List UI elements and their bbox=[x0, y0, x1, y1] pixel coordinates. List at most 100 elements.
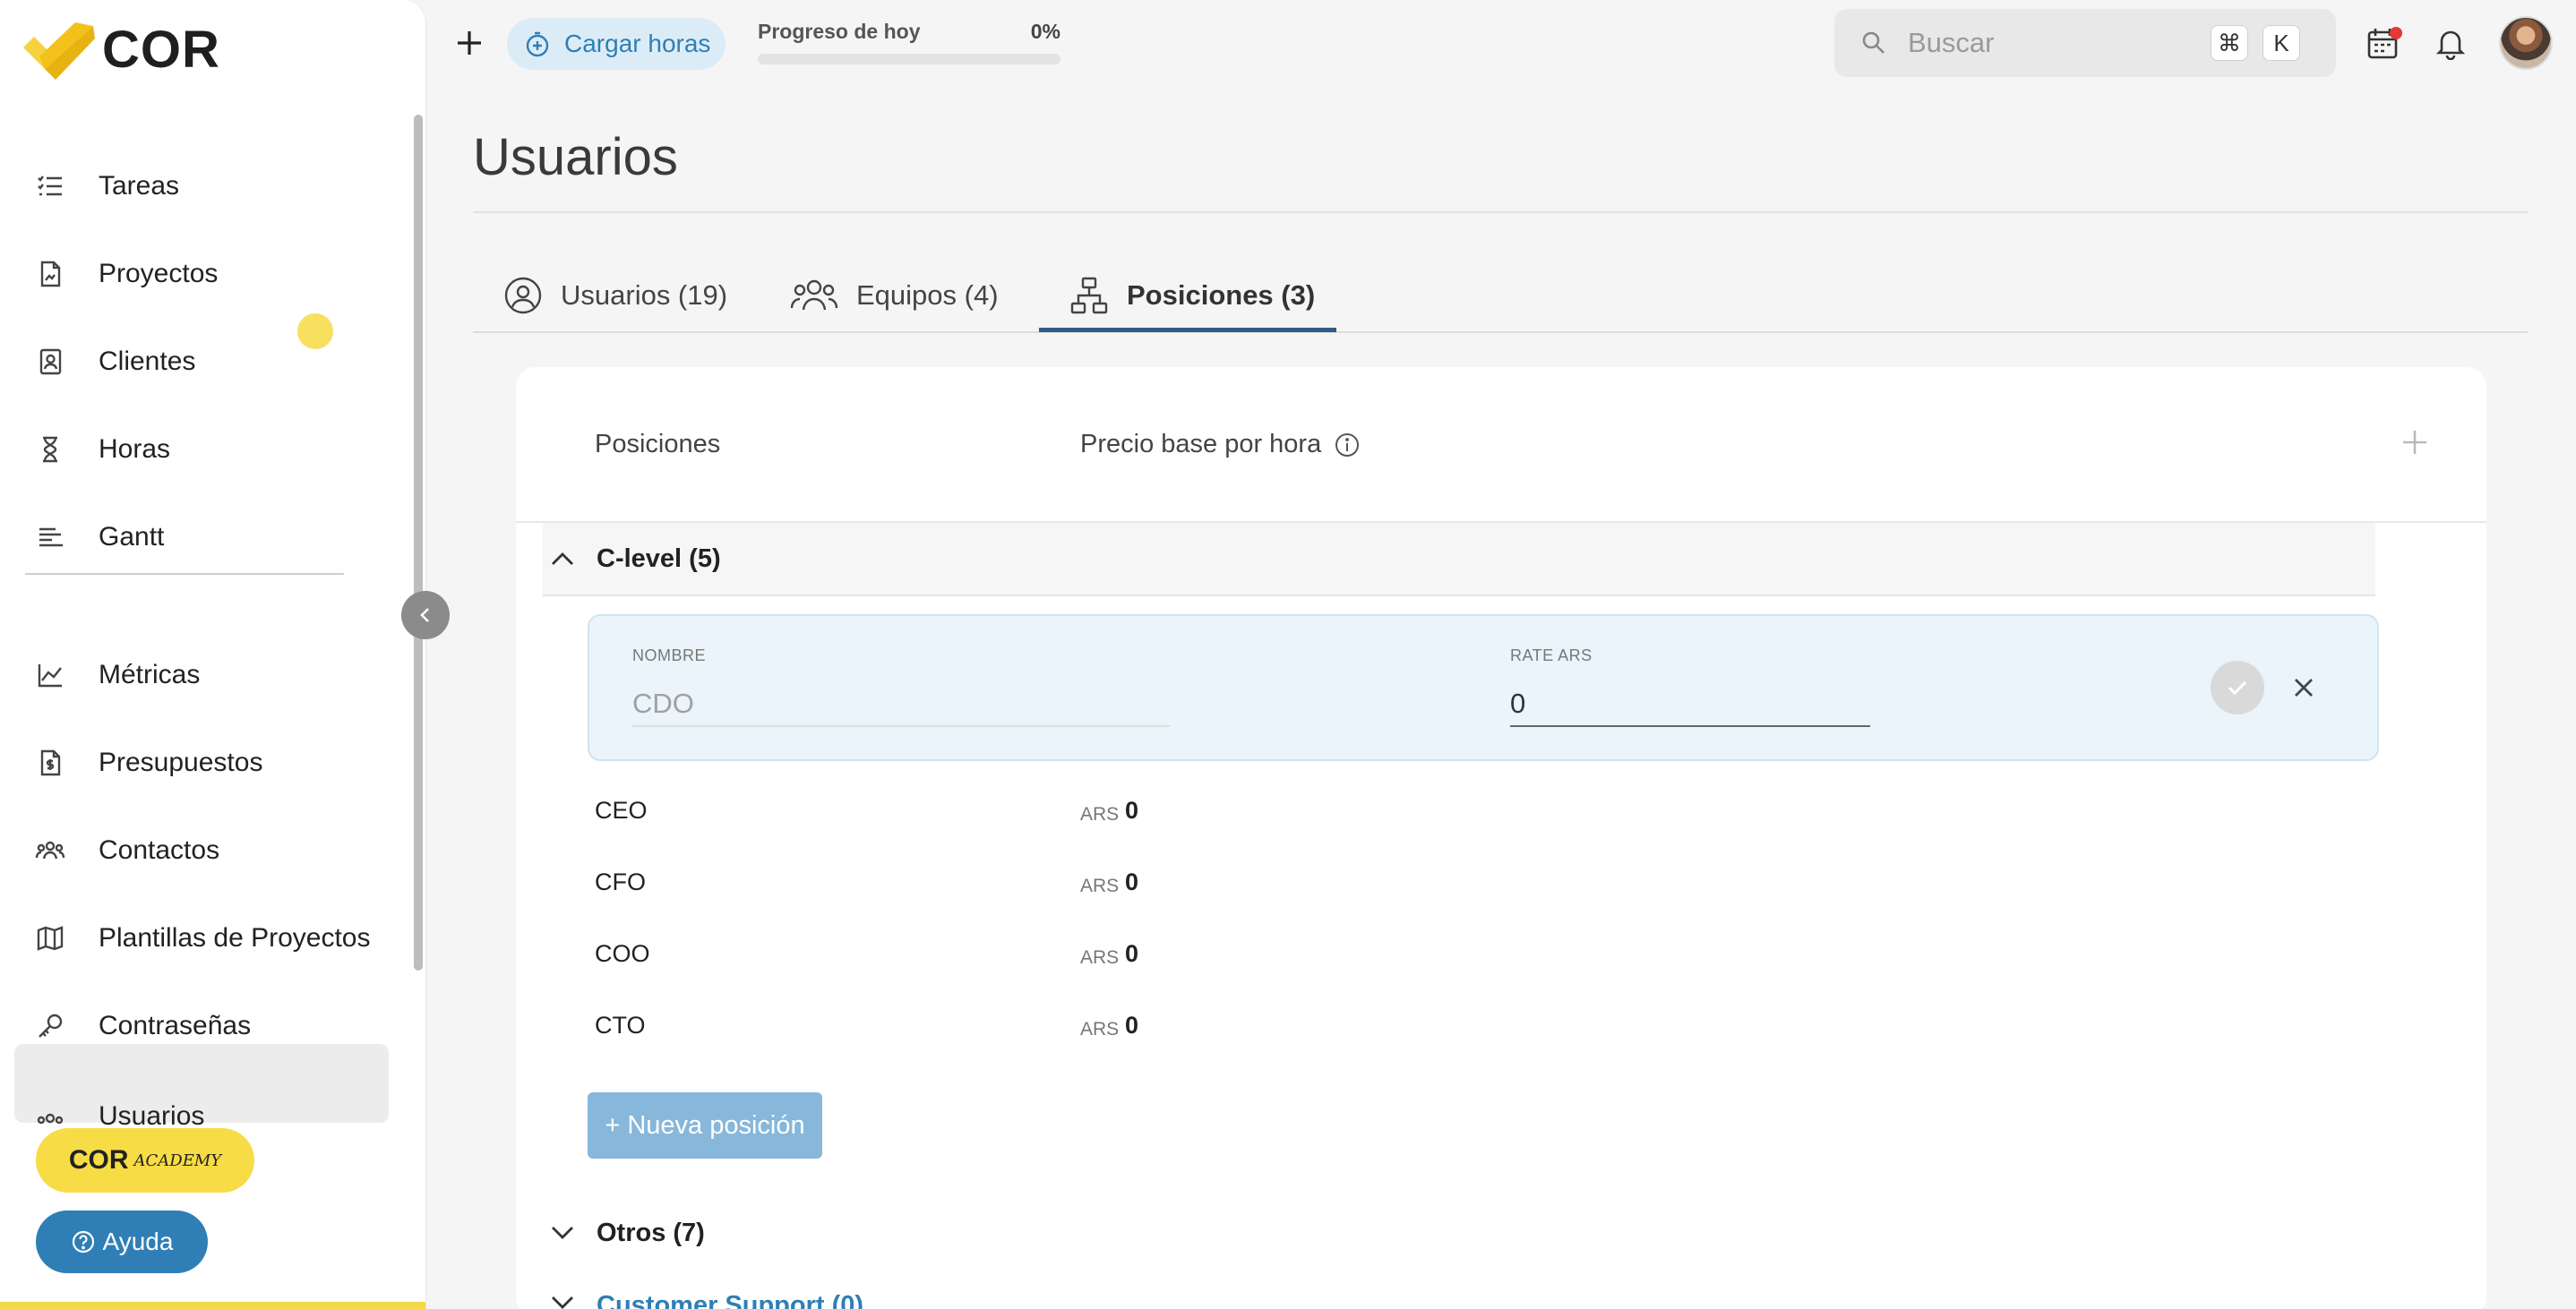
contacts-icon bbox=[34, 834, 66, 867]
sidebar-bottom-stripe bbox=[0, 1302, 425, 1309]
quick-add-button[interactable] bbox=[450, 23, 489, 63]
progress-bar bbox=[758, 54, 1060, 64]
tab-usuarios[interactable]: Usuarios (19) bbox=[503, 260, 727, 331]
calendar-icon bbox=[2365, 25, 2402, 61]
sidebar-item-label: Tareas bbox=[99, 171, 180, 201]
sidebar-item-proyectos[interactable]: Proyectos bbox=[14, 240, 389, 308]
search-icon bbox=[1859, 29, 1888, 57]
load-hours-button[interactable]: Cargar horas bbox=[507, 18, 726, 70]
clients-icon bbox=[34, 346, 66, 378]
position-name: CTO bbox=[595, 1012, 646, 1039]
notifications-button[interactable] bbox=[2431, 23, 2470, 63]
position-currency: ARS bbox=[1080, 804, 1120, 825]
position-rate: 0 bbox=[1125, 868, 1139, 895]
position-name: CEO bbox=[595, 797, 648, 824]
sidebar-item-label: Plantillas de Proyectos bbox=[99, 923, 371, 953]
group-title: Customer Support (0) bbox=[597, 1291, 864, 1309]
position-rate: 0 bbox=[1125, 1012, 1139, 1039]
academy-small-label: ACADEMY bbox=[133, 1151, 222, 1170]
cancel-button[interactable] bbox=[2284, 668, 2323, 707]
name-field[interactable] bbox=[632, 682, 1170, 727]
sidebar-item-gantt[interactable]: Gantt bbox=[14, 503, 389, 571]
sidebar-item-plantillas[interactable]: Plantillas de Proyectos bbox=[14, 904, 389, 972]
sidebar-item-label: Contraseñas bbox=[99, 1011, 252, 1040]
position-row[interactable]: COO ARS 0 bbox=[588, 931, 2370, 985]
chevron-left-icon bbox=[416, 605, 435, 625]
user-circle-icon bbox=[503, 276, 543, 315]
collapse-sidebar-button[interactable] bbox=[401, 591, 450, 639]
add-position-button[interactable] bbox=[2395, 423, 2434, 462]
shortcut-key-k: K bbox=[2263, 25, 2300, 61]
rate-field[interactable] bbox=[1510, 682, 1870, 727]
sidebar-item-tareas[interactable]: Tareas bbox=[14, 152, 389, 220]
sidebar-item-clientes[interactable]: Clientes bbox=[14, 328, 389, 396]
tab-posiciones[interactable]: Posiciones (3) bbox=[1069, 260, 1315, 331]
load-hours-label: Cargar horas bbox=[564, 30, 711, 57]
avatar[interactable] bbox=[2499, 16, 2553, 70]
sidebar-item-label: Gantt bbox=[99, 522, 165, 552]
position-currency: ARS bbox=[1080, 1019, 1120, 1040]
active-tab-indicator bbox=[1039, 328, 1336, 332]
sidebar-item-horas[interactable]: Horas bbox=[14, 415, 389, 483]
sidebar-item-usuarios[interactable]: Usuarios bbox=[14, 1044, 389, 1131]
position-edit-form: NOMBRE RATE ARS bbox=[588, 614, 2379, 761]
position-row[interactable]: CTO ARS 0 bbox=[588, 1003, 2370, 1057]
bell-icon bbox=[2434, 26, 2468, 60]
help-label: Ayuda bbox=[102, 1228, 174, 1255]
calendar-button[interactable] bbox=[2363, 23, 2402, 63]
sidebar-item-label: Clientes bbox=[99, 346, 196, 376]
sidebar-item-label: Métricas bbox=[99, 660, 201, 689]
sidebar-item-metricas[interactable]: Métricas bbox=[14, 641, 389, 709]
timer-plus-icon bbox=[523, 30, 552, 58]
logo-mark-icon bbox=[20, 21, 97, 80]
position-row[interactable]: CEO ARS 0 bbox=[588, 788, 2370, 842]
sidebar-item-label: Proyectos bbox=[99, 259, 219, 288]
sidebar: COR Tareas Proyectos Clientes Horas Gant… bbox=[0, 0, 426, 1309]
position-name: CFO bbox=[595, 868, 646, 895]
info-icon[interactable] bbox=[1334, 432, 1361, 458]
org-chart-icon bbox=[1069, 276, 1109, 315]
projects-icon bbox=[34, 258, 66, 290]
position-currency: ARS bbox=[1080, 947, 1120, 968]
group-customer-support[interactable]: Customer Support (0) bbox=[543, 1264, 2375, 1309]
notification-dot bbox=[297, 313, 333, 349]
tabs: Usuarios (19) Equipos (4) Posiciones (3) bbox=[473, 260, 2528, 333]
hourglass-icon bbox=[34, 433, 66, 466]
help-icon bbox=[71, 1229, 96, 1254]
position-currency: ARS bbox=[1080, 876, 1120, 896]
tab-label: Posiciones (3) bbox=[1127, 279, 1316, 311]
column-header-positions: Posiciones bbox=[595, 430, 721, 458]
chevron-up-icon bbox=[546, 551, 579, 567]
sidebar-item-label: Presupuestos bbox=[99, 748, 263, 777]
page-title: Usuarios bbox=[473, 128, 678, 186]
group-title: Otros (7) bbox=[597, 1218, 705, 1247]
new-position-button[interactable]: + Nueva posición bbox=[588, 1092, 822, 1159]
metrics-icon bbox=[34, 659, 66, 691]
title-divider bbox=[473, 211, 2528, 213]
tasks-icon bbox=[34, 170, 66, 202]
tab-equipos[interactable]: Equipos (4) bbox=[790, 260, 999, 331]
chevron-down-icon bbox=[546, 1225, 579, 1241]
team-icon bbox=[790, 276, 838, 315]
cor-academy-button[interactable]: COR ACADEMY bbox=[36, 1128, 254, 1193]
search-box[interactable]: ⌘ K bbox=[1834, 9, 2336, 77]
position-row[interactable]: CFO ARS 0 bbox=[588, 860, 2370, 913]
sidebar-item-presupuestos[interactable]: Presupuestos bbox=[14, 729, 389, 797]
logo[interactable]: COR bbox=[20, 20, 220, 80]
sidebar-scrollbar[interactable] bbox=[414, 115, 423, 971]
help-button[interactable]: Ayuda bbox=[36, 1211, 208, 1273]
logo-text: COR bbox=[102, 21, 220, 79]
search-input[interactable] bbox=[1908, 27, 2194, 59]
tab-label: Usuarios (19) bbox=[561, 279, 728, 311]
group-otros[interactable]: Otros (7) bbox=[543, 1196, 2375, 1270]
column-header-rate-label: Precio base por hora bbox=[1080, 430, 1322, 458]
group-title: C-level (5) bbox=[597, 543, 721, 573]
group-clevel[interactable]: C-level (5) bbox=[543, 523, 2375, 596]
map-icon bbox=[34, 922, 66, 954]
confirm-button[interactable] bbox=[2211, 661, 2264, 714]
sidebar-item-contactos[interactable]: Contactos bbox=[14, 817, 389, 885]
sidebar-divider bbox=[25, 573, 344, 575]
progress-label: Progreso de hoy bbox=[758, 20, 921, 43]
gantt-icon bbox=[34, 521, 66, 553]
budget-icon bbox=[34, 747, 66, 779]
